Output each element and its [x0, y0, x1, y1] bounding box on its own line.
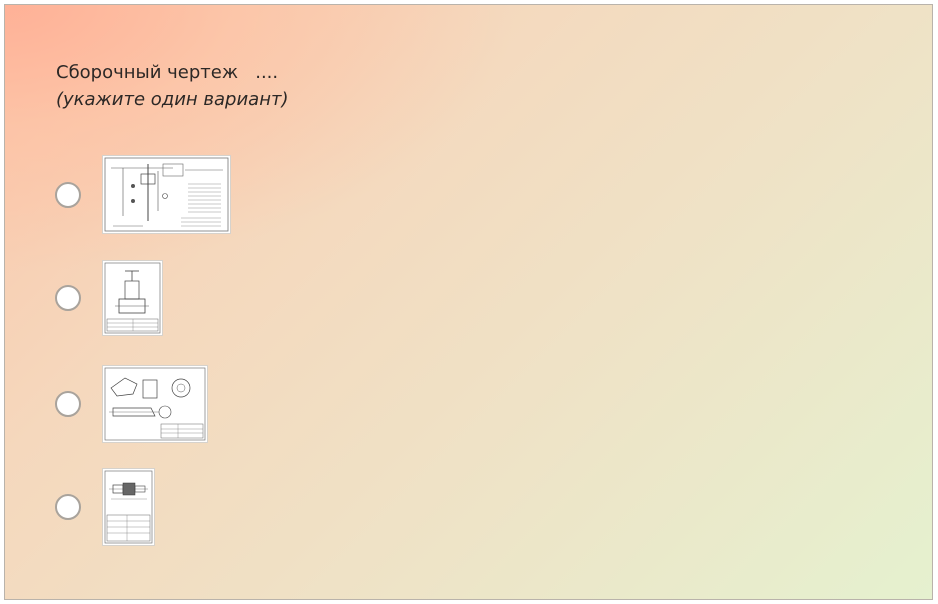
- answer-option-4[interactable]: [55, 468, 155, 546]
- valve-drawing-image: [104, 262, 161, 334]
- question-text: Сборочный чертеж .... (укажите один вари…: [56, 59, 289, 113]
- answer-option-3[interactable]: [55, 365, 208, 443]
- question-hint: (укажите один вариант): [56, 89, 289, 110]
- question-card: Сборочный чертеж .... (укажите один вари…: [4, 4, 933, 600]
- drawing-thumbnail-1[interactable]: [102, 155, 231, 234]
- radio-button-4[interactable]: [55, 494, 81, 520]
- schematic-drawing-image: [104, 157, 229, 232]
- drawing-thumbnail-4[interactable]: [102, 468, 155, 546]
- radio-button-3[interactable]: [55, 391, 81, 417]
- radio-button-2[interactable]: [55, 285, 81, 311]
- drawing-thumbnail-2[interactable]: [102, 260, 163, 336]
- radio-button-1[interactable]: [55, 181, 81, 208]
- drawing-thumbnail-3[interactable]: [102, 365, 208, 443]
- answer-option-1[interactable]: [55, 155, 231, 234]
- question-title: Сборочный чертеж ....: [56, 62, 279, 83]
- answer-option-2[interactable]: [55, 260, 163, 336]
- shaft-drawing-image: [104, 470, 153, 544]
- assembly-drawing-image: [104, 367, 206, 441]
